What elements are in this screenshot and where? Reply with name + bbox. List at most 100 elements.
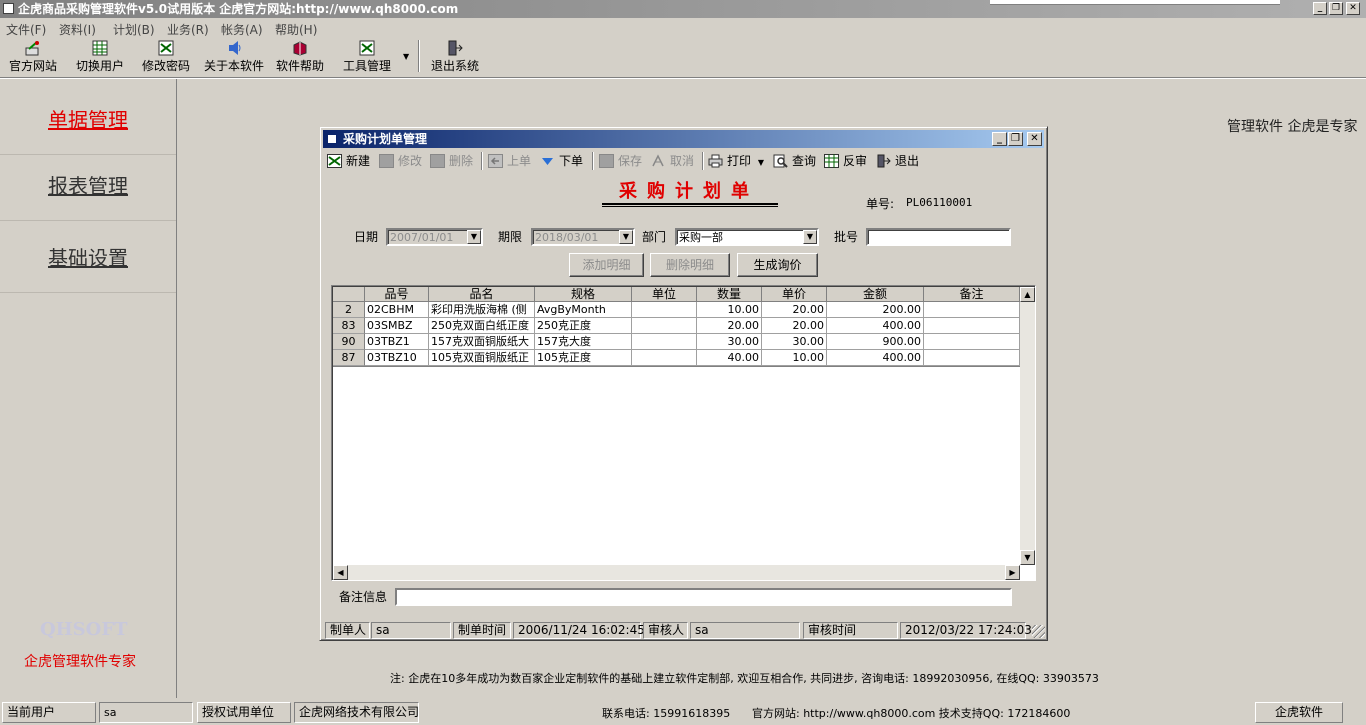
cell-price[interactable]: 20.00 bbox=[762, 318, 827, 334]
minimize-button[interactable]: _ bbox=[1313, 2, 1327, 15]
generate-inquiry-button[interactable]: 生成询价 bbox=[737, 253, 818, 277]
about-button[interactable]: 关于本软件 bbox=[203, 40, 265, 74]
scroll-right-icon[interactable]: ▶ bbox=[1005, 565, 1020, 580]
grid-header-code[interactable]: 品号 bbox=[365, 287, 429, 302]
unaudit-button[interactable]: 反审 bbox=[824, 152, 867, 170]
menu-help[interactable]: 帮助(H) bbox=[275, 21, 317, 38]
grid-header-qty[interactable]: 数量 bbox=[697, 287, 762, 302]
chevron-down-icon[interactable]: ▼ bbox=[803, 230, 817, 244]
chevron-down-icon[interactable]: ▼ bbox=[467, 230, 481, 244]
cell-code[interactable]: 03SMBZ bbox=[365, 318, 429, 334]
new-button[interactable]: 新建 bbox=[327, 152, 370, 170]
menu-plan[interactable]: 计划(B) bbox=[113, 21, 155, 38]
scroll-left-icon[interactable]: ◀ bbox=[333, 565, 348, 580]
cell-spec[interactable]: AvgByMonth bbox=[535, 302, 632, 318]
switch-user-button[interactable]: 切换用户 bbox=[75, 40, 125, 74]
cell-remark[interactable] bbox=[924, 302, 1020, 318]
grid-header-name[interactable]: 品名 bbox=[429, 287, 535, 302]
cell-amount[interactable]: 900.00 bbox=[827, 334, 924, 350]
scroll-up-icon[interactable]: ▲ bbox=[1020, 287, 1035, 302]
nav-document-management[interactable]: 单据管理 bbox=[0, 85, 176, 155]
change-password-button[interactable]: 修改密码 bbox=[141, 40, 191, 74]
cell-qty[interactable]: 20.00 bbox=[697, 318, 762, 334]
cell-amount[interactable]: 200.00 bbox=[827, 302, 924, 318]
close-button[interactable]: ✕ bbox=[1346, 2, 1360, 15]
table-row[interactable]: 2 02CBHM 彩印用洗版海棉 (侧 AvgByMonth 10.00 20.… bbox=[333, 302, 1020, 318]
cell-price[interactable]: 20.00 bbox=[762, 302, 827, 318]
cell-qty[interactable]: 40.00 bbox=[697, 350, 762, 366]
table-row[interactable]: 90 03TBZ1 157克双面铜版纸大 157克大度 30.00 30.00 … bbox=[333, 334, 1020, 350]
delete-button[interactable]: 删除 bbox=[430, 152, 473, 170]
website-button[interactable]: 官方网站 bbox=[8, 40, 58, 74]
menu-data[interactable]: 资料(I) bbox=[59, 21, 96, 38]
memo-input[interactable] bbox=[395, 588, 1012, 606]
tools-button[interactable]: 工具管理 bbox=[342, 40, 392, 74]
dialog-minimize-button[interactable]: _ bbox=[992, 132, 1007, 146]
menu-business[interactable]: 业务(R) bbox=[167, 21, 209, 38]
cell-spec[interactable]: 157克大度 bbox=[535, 334, 632, 350]
date-picker[interactable]: 2007/01/01 ▼ bbox=[386, 228, 483, 246]
delete-detail-button[interactable]: 删除明细 bbox=[650, 253, 730, 277]
cell-code[interactable]: 02CBHM bbox=[365, 302, 429, 318]
cell-remark[interactable] bbox=[924, 318, 1020, 334]
batch-input[interactable] bbox=[866, 228, 1011, 246]
cell-name[interactable]: 105克双面铜版纸正 bbox=[429, 350, 535, 366]
query-button[interactable]: 查询 bbox=[773, 152, 816, 170]
print-button[interactable]: 打印 ▼ bbox=[708, 152, 764, 170]
cell-unit[interactable] bbox=[632, 350, 697, 366]
exit-system-button[interactable]: 退出系统 bbox=[430, 40, 480, 74]
cell-code[interactable]: 03TBZ10 bbox=[365, 350, 429, 366]
cell-name[interactable]: 彩印用洗版海棉 (侧 bbox=[429, 302, 535, 318]
menu-file[interactable]: 文件(F) bbox=[6, 21, 46, 38]
cell-amount[interactable]: 400.00 bbox=[827, 350, 924, 366]
deadline-picker[interactable]: 2018/03/01 ▼ bbox=[531, 228, 635, 246]
cell-amount[interactable]: 400.00 bbox=[827, 318, 924, 334]
edit-button[interactable]: 修改 bbox=[379, 152, 422, 170]
add-detail-button[interactable]: 添加明细 bbox=[569, 253, 644, 277]
menu-accounts[interactable]: 帐务(A) bbox=[221, 21, 263, 38]
cell-price[interactable]: 10.00 bbox=[762, 350, 827, 366]
cancel-button[interactable]: 取消 bbox=[651, 152, 694, 170]
resize-grip-icon[interactable] bbox=[1032, 625, 1045, 638]
cell-qty[interactable]: 30.00 bbox=[697, 334, 762, 350]
restore-button[interactable]: ❐ bbox=[1329, 2, 1343, 15]
print-dropdown-icon[interactable]: ▼ bbox=[758, 158, 764, 167]
nav-basic-settings[interactable]: 基础设置 bbox=[0, 223, 176, 293]
grid-header-spec[interactable]: 规格 bbox=[535, 287, 632, 302]
detail-grid[interactable]: 品号 品名 规格 单位 数量 单价 金额 备注 2 02CBHM 彩印用洗版海棉… bbox=[331, 285, 1036, 581]
grid-header-unit[interactable]: 单位 bbox=[632, 287, 697, 302]
next-record-button[interactable]: 下单 bbox=[540, 152, 583, 170]
scroll-down-icon[interactable]: ▼ bbox=[1020, 550, 1035, 565]
tools-dropdown-arrow-icon[interactable]: ▼ bbox=[403, 52, 409, 61]
cell-spec[interactable]: 250克正度 bbox=[535, 318, 632, 334]
dialog-title-bar[interactable]: 采购计划单管理 _ ❐ ✕ bbox=[323, 130, 1044, 148]
dialog-close-button[interactable]: ✕ bbox=[1027, 132, 1042, 146]
grid-header-price[interactable]: 单价 bbox=[762, 287, 827, 302]
table-row[interactable]: 87 03TBZ10 105克双面铜版纸正 105克正度 40.00 10.00… bbox=[333, 350, 1020, 366]
help-button[interactable]: 软件帮助 bbox=[275, 40, 325, 74]
prev-record-button[interactable]: 上单 bbox=[488, 152, 531, 170]
cell-remark[interactable] bbox=[924, 334, 1020, 350]
cell-remark[interactable] bbox=[924, 350, 1020, 366]
cell-unit[interactable] bbox=[632, 318, 697, 334]
cell-name[interactable]: 250克双面白纸正度 bbox=[429, 318, 535, 334]
cell-spec[interactable]: 105克正度 bbox=[535, 350, 632, 366]
department-select[interactable]: 采购一部 ▼ bbox=[675, 228, 819, 246]
chevron-down-icon[interactable]: ▼ bbox=[619, 230, 633, 244]
cell-name[interactable]: 157克双面铜版纸大 bbox=[429, 334, 535, 350]
cell-code[interactable]: 03TBZ1 bbox=[365, 334, 429, 350]
cell-price[interactable]: 30.00 bbox=[762, 334, 827, 350]
grid-header-amount[interactable]: 金额 bbox=[827, 287, 924, 302]
nav-report-management[interactable]: 报表管理 bbox=[0, 151, 176, 221]
cell-qty[interactable]: 10.00 bbox=[697, 302, 762, 318]
save-button[interactable]: 保存 bbox=[599, 152, 642, 170]
vertical-scrollbar[interactable]: ▲ ▼ bbox=[1020, 287, 1035, 565]
cell-unit[interactable] bbox=[632, 302, 697, 318]
dialog-maximize-button[interactable]: ❐ bbox=[1008, 132, 1023, 146]
horizontal-scrollbar[interactable]: ◀ ▶ bbox=[333, 565, 1020, 580]
grid-header-remark[interactable]: 备注 bbox=[924, 287, 1020, 302]
make-time-label: 制单时间 bbox=[453, 622, 511, 639]
dialog-exit-button[interactable]: 退出 bbox=[876, 152, 919, 170]
cell-unit[interactable] bbox=[632, 334, 697, 350]
table-row[interactable]: 83 03SMBZ 250克双面白纸正度 250克正度 20.00 20.00 … bbox=[333, 318, 1020, 334]
